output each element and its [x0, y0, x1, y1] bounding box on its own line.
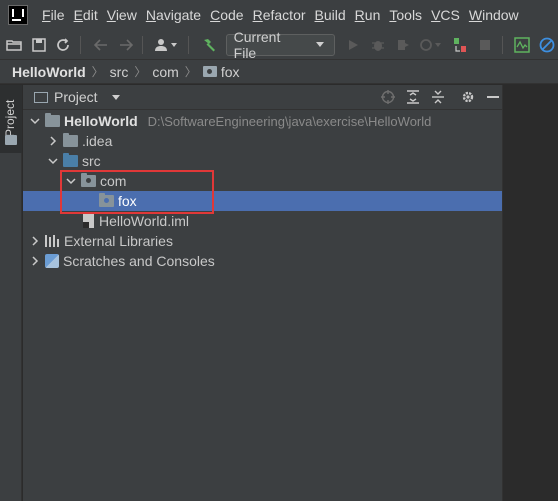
menu-tools[interactable]: Tools — [385, 7, 426, 23]
chevron-down-icon[interactable] — [65, 175, 77, 187]
tree-item-label: fox — [118, 193, 137, 209]
build-alert-icon[interactable] — [449, 34, 471, 56]
libraries-icon — [45, 235, 60, 247]
breadcrumb-separator-icon: 〉 — [134, 65, 147, 79]
chevron-down-icon[interactable] — [47, 155, 59, 167]
menu-edit[interactable]: Edit — [70, 7, 102, 23]
toolbar-separator — [142, 35, 144, 54]
project-panel: Project HelloWorld D:\SoftwareEngineerin… — [23, 85, 502, 501]
breadcrumb-com[interactable]: com — [152, 64, 178, 80]
run-icon[interactable] — [343, 34, 365, 56]
menu-run[interactable]: Run — [351, 7, 385, 23]
menu-vcs[interactable]: VCS — [427, 7, 464, 23]
breadcrumb-src[interactable]: src — [110, 64, 129, 80]
menu-refactor[interactable]: Refactor — [249, 7, 310, 23]
editor-area — [502, 85, 558, 501]
tree-item-com[interactable]: com — [23, 171, 502, 191]
project-panel-header: Project — [23, 85, 502, 110]
package-icon — [99, 193, 114, 207]
save-all-icon[interactable] — [28, 34, 50, 56]
power-save-icon[interactable] — [536, 34, 558, 56]
module-folder-icon — [45, 113, 60, 127]
iml-file-icon — [83, 214, 94, 228]
panel-title[interactable]: Project — [54, 89, 98, 105]
toolbar-separator — [187, 35, 189, 54]
vcs-user-icon[interactable] — [152, 34, 182, 56]
tree-item-label: Scratches and Consoles — [63, 253, 215, 269]
menu-code[interactable]: Code — [206, 7, 247, 23]
profile-icon[interactable] — [417, 34, 447, 56]
tree-item-external-libraries[interactable]: External Libraries — [23, 231, 502, 251]
tree-item-label: .idea — [82, 133, 113, 149]
intellij-logo-icon[interactable] — [8, 5, 28, 25]
scratches-icon — [45, 254, 59, 268]
main-toolbar: Current File — [0, 29, 558, 61]
package-icon — [202, 66, 217, 77]
folder-icon — [5, 135, 17, 145]
chevron-right-icon[interactable] — [29, 235, 41, 247]
menu-build[interactable]: Build — [311, 7, 350, 23]
locate-icon[interactable] — [379, 88, 397, 106]
tree-item-fox[interactable]: fox — [23, 191, 502, 211]
tree-item-label: src — [82, 153, 101, 169]
tree-item-label: HelloWorld.iml — [99, 213, 189, 229]
activity-monitor-icon[interactable] — [512, 34, 534, 56]
stop-icon[interactable] — [474, 34, 496, 56]
tree-item-scratches[interactable]: Scratches and Consoles — [23, 251, 502, 271]
menu-bar: File Edit View Navigate Code Refactor Bu… — [0, 0, 558, 30]
run-configuration-label: Current File — [233, 28, 281, 61]
project-tool-tab-label: Project — [3, 99, 17, 137]
panel-actions — [372, 88, 502, 106]
forward-arrow-icon[interactable] — [115, 34, 137, 56]
menu-file[interactable]: File — [38, 7, 69, 23]
chevron-right-icon[interactable] — [29, 255, 41, 267]
breadcrumb-separator-icon: 〉 — [91, 65, 104, 79]
menu-view[interactable]: View — [103, 7, 141, 23]
expand-all-icon[interactable] — [404, 88, 422, 106]
gear-icon[interactable] — [459, 88, 477, 106]
left-tool-strip: Project — [0, 85, 22, 501]
tree-item-iml[interactable]: HelloWorld.iml — [23, 211, 502, 231]
tree-item-label: HelloWorld — [64, 113, 138, 129]
source-folder-icon — [63, 153, 78, 167]
chevron-down-icon[interactable] — [29, 115, 41, 127]
tree-item-label: External Libraries — [64, 233, 173, 249]
toolbar-separator — [80, 35, 82, 54]
toolbar-separator — [501, 35, 503, 54]
breadcrumb-separator-icon: 〉 — [184, 65, 197, 79]
build-hammer-icon[interactable] — [198, 34, 220, 56]
breadcrumb-project[interactable]: HelloWorld — [12, 64, 86, 80]
menu-navigate[interactable]: Navigate — [142, 7, 205, 23]
tree-item-src[interactable]: src — [23, 151, 502, 171]
debug-icon[interactable] — [367, 34, 389, 56]
run-configuration-selector[interactable]: Current File — [225, 29, 335, 61]
back-arrow-icon[interactable] — [90, 34, 112, 56]
open-folder-icon[interactable] — [3, 34, 25, 56]
package-icon — [81, 173, 96, 187]
breadcrumb-fox[interactable]: fox — [221, 64, 240, 80]
folder-icon — [63, 133, 78, 147]
project-view-icon — [34, 91, 48, 103]
sync-icon[interactable] — [52, 34, 74, 56]
tree-item-helloworld[interactable]: HelloWorld D:\SoftwareEngineering\java\e… — [23, 111, 502, 131]
breadcrumb: HelloWorld 〉 src 〉 com 〉 fox — [0, 60, 558, 84]
tree-item-label: com — [100, 173, 127, 189]
module-path: D:\SoftwareEngineering\java\exercise\Hel… — [147, 113, 432, 129]
collapse-all-icon[interactable] — [429, 88, 447, 106]
chevron-right-icon[interactable] — [47, 135, 59, 147]
project-tree: HelloWorld D:\SoftwareEngineering\java\e… — [23, 110, 502, 271]
minimize-icon[interactable] — [484, 88, 502, 106]
project-tool-tab[interactable]: Project — [0, 85, 22, 153]
coverage-icon[interactable] — [392, 34, 414, 56]
chevron-down-icon[interactable] — [111, 94, 120, 100]
menu-window[interactable]: Window — [465, 7, 523, 23]
chevron-down-icon — [315, 42, 324, 47]
tree-item-idea[interactable]: .idea — [23, 131, 502, 151]
